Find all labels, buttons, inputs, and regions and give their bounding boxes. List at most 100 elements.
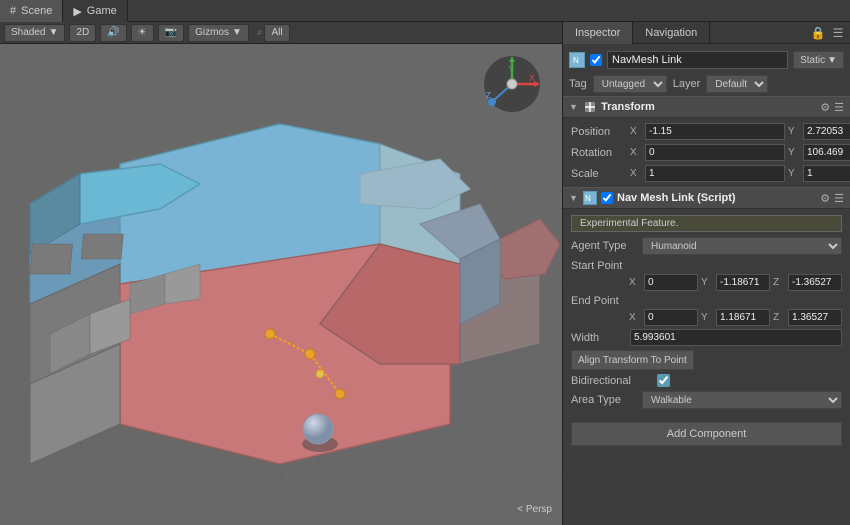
position-row: Position X Y Z xyxy=(563,121,850,142)
position-label: Position xyxy=(571,126,626,138)
tab-game[interactable]: ▶ Game xyxy=(63,0,127,22)
gizmos-label: Gizmos xyxy=(195,27,229,38)
end-z-axis: Z xyxy=(773,312,785,323)
scale-y-input[interactable] xyxy=(803,165,850,182)
rotation-y-input[interactable] xyxy=(803,144,850,161)
position-x-input[interactable] xyxy=(645,123,785,140)
tab-navigation[interactable]: Navigation xyxy=(633,22,710,44)
scene-view: Shaded ▼ 2D 🔊 ☀ 📷 Gizmos ▼ ⌕ All xyxy=(0,22,562,525)
scale-label: Scale xyxy=(571,168,626,180)
script-active-checkbox[interactable] xyxy=(601,192,613,204)
start-point-label: Start Point xyxy=(571,260,622,272)
script-settings-icon[interactable]: ⚙ xyxy=(820,192,830,205)
start-y-input[interactable] xyxy=(716,274,770,291)
layer-select[interactable]: Default xyxy=(706,75,768,93)
width-row: Width xyxy=(563,327,850,348)
rotation-x-input[interactable] xyxy=(645,144,785,161)
game-tab-label: Game xyxy=(87,5,117,17)
svg-text:N: N xyxy=(573,56,579,65)
svg-text:X: X xyxy=(529,73,535,83)
experimental-banner: Experimental Feature. xyxy=(571,215,842,232)
agent-type-select[interactable]: Humanoid xyxy=(642,237,842,255)
end-point-row: X Y Z xyxy=(563,308,850,327)
scale-x-axis: X xyxy=(630,168,642,179)
game-play-icon: ▶ xyxy=(73,5,81,18)
svg-text:Y: Y xyxy=(508,64,514,74)
scene-canvas: Y X Z < Persp xyxy=(0,44,562,525)
align-button-container: Align Transform To Point xyxy=(563,348,850,372)
persp-label: < Persp xyxy=(517,504,552,515)
nav-mesh-script-header[interactable]: ▼ N Nav Mesh Link (Script) ⚙ ☰ xyxy=(563,187,850,209)
gizmo-widget[interactable]: Y X Z xyxy=(482,54,542,114)
svg-text:Z: Z xyxy=(486,91,491,100)
camera-button[interactable]: 📷 xyxy=(158,24,184,42)
tag-label: Tag xyxy=(569,78,587,90)
navigation-tab-label: Navigation xyxy=(645,27,697,39)
scale-row: Scale X Y Z xyxy=(563,163,850,184)
position-y-input[interactable] xyxy=(803,123,850,140)
shaded-button[interactable]: Shaded ▼ xyxy=(4,24,65,42)
bidirectional-row: Bidirectional xyxy=(563,372,850,389)
pos-x-axis: X xyxy=(630,126,642,137)
scale-xyz: X Y Z xyxy=(630,165,850,182)
add-component-area: Add Component xyxy=(563,414,850,454)
position-xyz: X Y Z xyxy=(630,123,850,140)
tab-scene[interactable]: # Scene xyxy=(0,0,63,22)
inspector-panel: Inspector Navigation 🔒 ☰ N xyxy=(562,22,850,525)
audio-button[interactable]: 🔊 xyxy=(100,24,126,42)
object-name-input[interactable] xyxy=(607,51,788,69)
area-type-label: Area Type xyxy=(571,394,636,406)
transform-header[interactable]: ▼ Transform ⚙ ☰ xyxy=(563,96,850,118)
tag-layer-row: Tag Untagged Layer Default xyxy=(563,72,850,96)
lock-icon[interactable]: 🔒 xyxy=(810,25,826,41)
script-menu-icon[interactable]: ☰ xyxy=(834,192,844,205)
gizmos-chevron-icon: ▼ xyxy=(232,27,242,38)
shaded-label: Shaded xyxy=(11,27,45,38)
rotation-xyz: X Y Z xyxy=(630,144,850,161)
top-bar: # Scene ▶ Game xyxy=(0,0,850,22)
static-chevron-icon: ▼ xyxy=(827,55,837,66)
start-z-axis: Z xyxy=(773,277,785,288)
inspector-content: N Static ▼ Tag Untagged Layer Default xyxy=(563,44,850,525)
end-x-axis: X xyxy=(629,312,641,323)
scene-tab-label: Scene xyxy=(21,5,52,17)
align-transform-button[interactable]: Align Transform To Point xyxy=(571,350,694,370)
inspector-tab-icons: 🔒 ☰ xyxy=(810,22,850,43)
script-icon: N xyxy=(583,191,597,205)
bidirectional-label: Bidirectional xyxy=(571,375,651,387)
end-x-input[interactable] xyxy=(644,309,698,326)
tag-select[interactable]: Untagged xyxy=(593,75,667,93)
static-label: Static xyxy=(800,55,825,66)
end-z-input[interactable] xyxy=(788,309,842,326)
width-label: Width xyxy=(571,332,626,344)
layer-label: Layer xyxy=(673,78,701,90)
tab-inspector[interactable]: Inspector xyxy=(563,22,633,44)
2d-label: 2D xyxy=(76,27,89,38)
2d-button[interactable]: 2D xyxy=(69,24,96,42)
start-x-input[interactable] xyxy=(644,274,698,291)
static-button[interactable]: Static ▼ xyxy=(793,51,844,69)
effects-button[interactable]: ☀ xyxy=(131,24,154,42)
svg-text:N: N xyxy=(585,194,591,203)
area-type-select[interactable]: Walkable xyxy=(642,391,842,409)
start-x-axis: X xyxy=(629,277,641,288)
scene-hashtag-icon: # xyxy=(10,5,16,17)
all-button[interactable]: All xyxy=(264,24,289,42)
rotation-label: Rotation xyxy=(571,147,626,159)
end-y-input[interactable] xyxy=(716,309,770,326)
scene-background: Y X Z < Persp xyxy=(0,44,562,525)
inspector-tabs: Inspector Navigation 🔒 ☰ xyxy=(563,22,850,44)
gizmos-button[interactable]: Gizmos ▼ xyxy=(188,24,249,42)
object-header: N Static ▼ xyxy=(563,48,850,72)
object-active-checkbox[interactable] xyxy=(590,54,602,66)
bidirectional-checkbox[interactable] xyxy=(657,374,670,387)
agent-type-label: Agent Type xyxy=(571,240,636,252)
menu-icon[interactable]: ☰ xyxy=(830,25,846,41)
width-input[interactable] xyxy=(630,329,842,346)
transform-menu-icon[interactable]: ☰ xyxy=(834,101,844,114)
transform-settings-icon[interactable]: ⚙ xyxy=(820,101,830,114)
start-z-input[interactable] xyxy=(788,274,842,291)
scale-x-input[interactable] xyxy=(645,165,785,182)
add-component-button[interactable]: Add Component xyxy=(571,422,842,446)
all-label: All xyxy=(271,27,282,38)
